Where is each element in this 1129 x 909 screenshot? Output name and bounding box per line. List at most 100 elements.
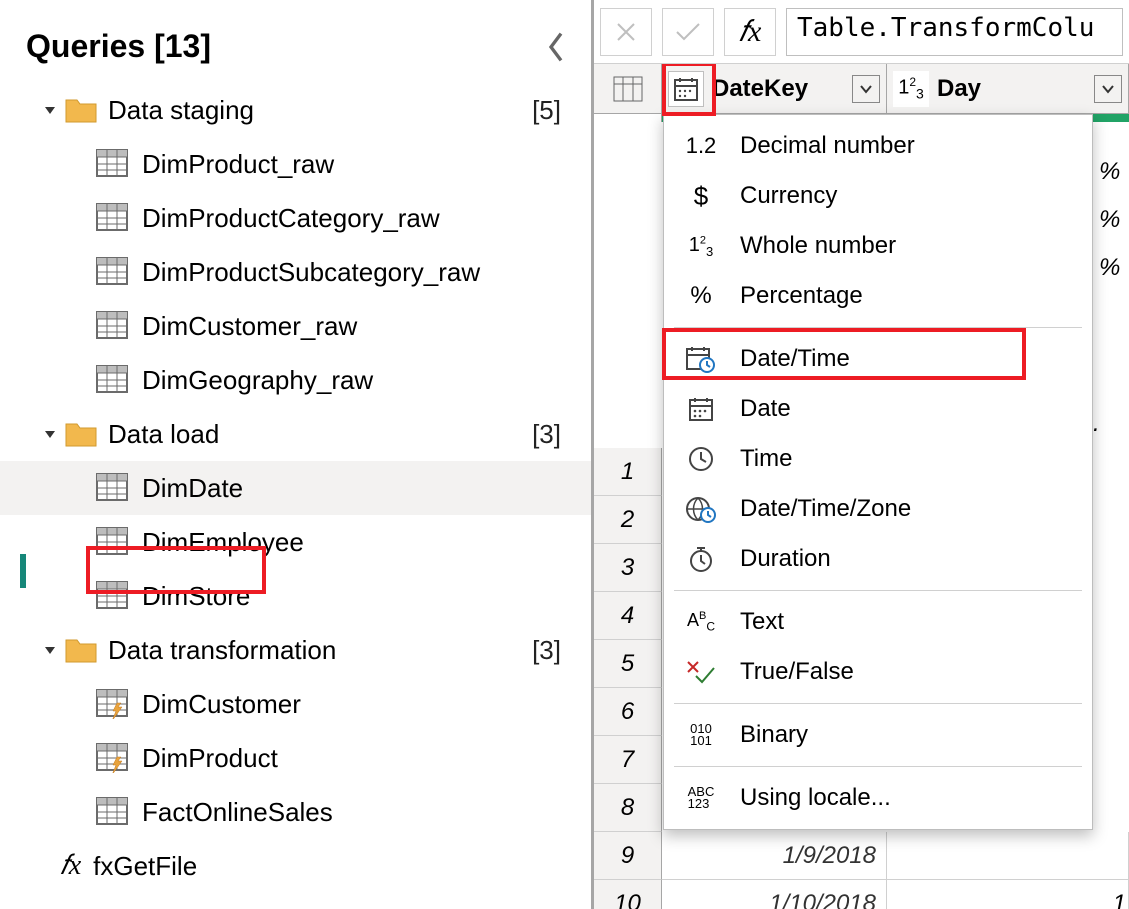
query-group[interactable]: Data load[3] — [0, 407, 591, 461]
query-label: FactOnlineSales — [142, 797, 333, 828]
fx-icon[interactable]: 𝑓x — [724, 8, 776, 56]
query-group[interactable]: Data staging[5] — [0, 83, 591, 137]
type-menu-item[interactable]: $ Currency — [664, 171, 1092, 221]
group-label: Data load — [108, 419, 532, 450]
data-grid: DateKey 123 Day 1.2Decimal number$Curren… — [594, 64, 1129, 909]
query-item[interactable]: DimCustomer_raw — [0, 299, 591, 353]
row-index[interactable]: 8 — [594, 784, 662, 832]
column-filter-dropdown-icon[interactable] — [1094, 75, 1122, 103]
editor-pane: 𝑓x Table.TransformColu DateKey 123 Da — [592, 0, 1129, 909]
type-menu-item[interactable]: True/False — [664, 647, 1092, 697]
group-count: [3] — [532, 635, 561, 666]
query-label: DimStore — [142, 581, 250, 612]
type-menu-item[interactable]: Date/Time/Zone — [664, 484, 1092, 534]
type-menu-item[interactable]: Date — [664, 384, 1092, 434]
query-item[interactable]: DimStore — [0, 569, 591, 623]
duration-icon — [682, 545, 720, 573]
expand-caret-icon[interactable] — [42, 102, 64, 118]
row-index[interactable]: 10 — [594, 880, 662, 909]
row-index[interactable]: 6 — [594, 688, 662, 736]
bool-icon — [682, 660, 720, 684]
date-type-icon[interactable] — [668, 71, 704, 107]
type-menu-item[interactable]: ABC123Using locale... — [664, 773, 1092, 823]
type-menu-item[interactable]: Duration — [664, 534, 1092, 584]
table-icon — [96, 149, 130, 179]
currency-icon: $ — [682, 181, 720, 212]
menu-item-label: True/False — [740, 658, 854, 686]
query-item[interactable]: DimProduct — [0, 731, 591, 785]
menu-item-label: Duration — [740, 545, 831, 573]
query-item[interactable]: DimCustomer — [0, 677, 591, 731]
query-item[interactable]: DimDate — [0, 461, 591, 515]
type-menu-item[interactable]: 010101Binary — [664, 710, 1092, 760]
time-icon — [682, 446, 720, 472]
menu-item-label: Currency — [740, 182, 837, 210]
row-index[interactable]: 3 — [594, 544, 662, 592]
queries-panel: Queries [13] Data staging[5]DimProduct_r… — [0, 0, 592, 909]
menu-item-label: Percentage — [740, 282, 863, 310]
query-item[interactable]: DimProductSubcategory_raw — [0, 245, 591, 299]
whole-icon: 123 — [682, 234, 720, 259]
fx-icon: 𝑓x — [60, 850, 81, 882]
menu-item-label: Date/Time/Zone — [740, 495, 911, 523]
row-index[interactable]: 7 — [594, 736, 662, 784]
table-icon — [96, 365, 130, 395]
cancel-button[interactable] — [600, 8, 652, 56]
percent-icon: % — [682, 282, 720, 310]
cell-peek: % — [1099, 196, 1129, 244]
column-filter-dropdown-icon[interactable] — [852, 75, 880, 103]
menu-item-label: Decimal number — [740, 132, 915, 160]
table-icon — [96, 473, 130, 503]
query-label: DimDate — [142, 473, 243, 504]
whole-number-type-icon[interactable]: 123 — [893, 71, 929, 107]
type-menu-item[interactable]: 1.2 Decimal number — [664, 121, 1092, 171]
query-item[interactable]: DimEmployee — [0, 515, 591, 569]
type-menu-item[interactable]: Time — [664, 434, 1092, 484]
cell-day[interactable] — [887, 832, 1129, 879]
table-options-icon[interactable] — [594, 64, 662, 113]
table-icon — [96, 203, 130, 233]
formula-input[interactable]: Table.TransformColu — [786, 8, 1123, 56]
type-menu-item[interactable]: ABCText — [664, 597, 1092, 647]
truncated-value: . — [1093, 410, 1100, 438]
cell-datekey[interactable]: 1/9/2018 — [662, 832, 887, 879]
cell-datekey[interactable]: 1/10/2018 — [662, 880, 887, 909]
cell-day[interactable]: 1 — [887, 880, 1129, 909]
datetime-icon — [682, 345, 720, 373]
queries-tree: Data staging[5]DimProduct_raw DimProductC… — [0, 83, 591, 893]
column-header-datekey[interactable]: DateKey — [662, 64, 887, 113]
row-index[interactable]: 5 — [594, 640, 662, 688]
type-menu-item[interactable]: 123 Whole number — [664, 221, 1092, 271]
query-item[interactable]: DimProductCategory_raw — [0, 191, 591, 245]
query-label: DimEmployee — [142, 527, 304, 558]
formula-bar: 𝑓x Table.TransformColu — [594, 0, 1129, 64]
query-group[interactable]: Data transformation[3] — [0, 623, 591, 677]
row-index[interactable]: 4 — [594, 592, 662, 640]
collapse-panel-chevron-icon[interactable] — [547, 32, 565, 62]
menu-item-label: Whole number — [740, 232, 896, 260]
row-index[interactable]: 1 — [594, 448, 662, 496]
query-label: DimGeography_raw — [142, 365, 373, 396]
query-item[interactable]: FactOnlineSales — [0, 785, 591, 839]
data-type-menu: 1.2 Decimal number $ Currency 123 Whole numbe… — [663, 114, 1093, 830]
date-icon — [682, 396, 720, 422]
query-item[interactable]: DimProduct_raw — [0, 137, 591, 191]
column-header-day[interactable]: 123 Day — [887, 64, 1129, 113]
row-index[interactable]: 9 — [594, 832, 662, 880]
row-index[interactable]: 2 — [594, 496, 662, 544]
table-icon — [96, 311, 130, 341]
decimal-icon: 1.2 — [682, 133, 720, 159]
type-menu-item[interactable]: % Percentage — [664, 271, 1092, 321]
expand-caret-icon[interactable] — [42, 642, 64, 658]
expand-caret-icon[interactable] — [42, 426, 64, 442]
menu-item-label: Date — [740, 395, 791, 423]
query-label: DimProductCategory_raw — [142, 203, 440, 234]
query-label: DimProduct — [142, 743, 278, 774]
confirm-button[interactable] — [662, 8, 714, 56]
type-menu-item[interactable]: Date/Time — [664, 334, 1092, 384]
queries-title: Queries [13] — [26, 28, 211, 65]
menu-item-label: Date/Time — [740, 345, 850, 373]
menu-item-label: Using locale... — [740, 784, 891, 812]
query-item[interactable]: DimGeography_raw — [0, 353, 591, 407]
query-item-fx[interactable]: 𝑓xfxGetFile — [0, 839, 591, 893]
